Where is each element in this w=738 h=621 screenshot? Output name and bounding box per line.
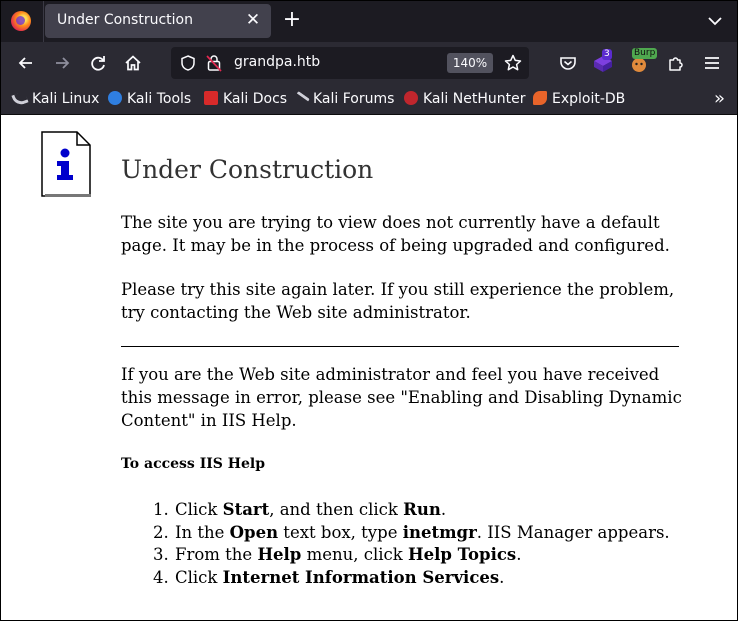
tab-active[interactable]: Under Construction ✕: [45, 4, 271, 38]
info-icon: [41, 131, 91, 197]
firefox-icon[interactable]: [11, 11, 31, 31]
pocket-icon[interactable]: [557, 52, 579, 74]
notes-count-badge: 3: [602, 49, 612, 60]
bookmarks-overflow-chevron-icon[interactable]: »: [714, 90, 725, 108]
paragraph-try-later: Please try this site again later. If you…: [121, 280, 675, 322]
exploit-db-icon: [533, 91, 547, 105]
bookmark-kali-linux[interactable]: Kali Linux: [11, 90, 99, 108]
extensions-puzzle-icon[interactable]: [665, 52, 687, 74]
url-text[interactable]: grandpa.htb: [234, 54, 320, 70]
shield-icon[interactable]: [179, 54, 197, 72]
paragraph-default-page: The site you are trying to view does not…: [121, 213, 670, 255]
nethunter-icon: [404, 91, 418, 105]
tab-strip: Under Construction ✕ +: [1, 1, 737, 42]
bookmark-kali-tools[interactable]: Kali Tools: [108, 90, 191, 108]
browser-window: Under Construction ✕ + grandpa.htb 140% …: [0, 0, 738, 621]
back-icon[interactable]: [15, 52, 37, 74]
tab-close-icon[interactable]: ✕: [243, 8, 263, 32]
kali-tools-icon: [108, 91, 122, 105]
burp-extension-button[interactable]: Burp: [629, 48, 658, 75]
bookmark-kali-nethunter[interactable]: Kali NetHunter: [404, 90, 525, 108]
star-bookmark-icon[interactable]: [503, 53, 523, 73]
page-content: Under Construction The site you are tryi…: [1, 115, 737, 620]
navigation-toolbar: grandpa.htb 140% 3 Burp: [1, 42, 737, 84]
divider: [121, 346, 679, 347]
insecure-lock-icon[interactable]: [205, 53, 223, 73]
bookmark-kali-forums[interactable]: Kali Forums: [292, 90, 394, 109]
iis-help-heading: To access IIS Help: [121, 456, 266, 472]
tab-separator: [43, 1, 44, 42]
forward-icon[interactable]: [51, 52, 73, 74]
notes-extension-button[interactable]: 3: [593, 49, 615, 73]
kali-docs-icon: [204, 91, 218, 105]
page-title: Under Construction: [121, 155, 374, 184]
kali-dragon-icon: [11, 90, 29, 108]
new-tab-button[interactable]: +: [281, 9, 303, 33]
iis-help-steps: 1. Click Start, and then click Run. 2. In …: [153, 499, 670, 589]
tab-title: Under Construction: [57, 12, 193, 28]
address-bar[interactable]: grandpa.htb 140%: [171, 47, 529, 79]
home-icon[interactable]: [122, 52, 144, 74]
list-item: 4. Click Internet Information Services.: [153, 567, 505, 587]
paragraph-admin-help: If you are the Web site administrator an…: [121, 365, 682, 430]
burp-badge: Burp: [632, 48, 658, 59]
kali-forums-icon: [292, 90, 310, 109]
list-item: 1. Click Start, and then click Run.: [153, 500, 447, 519]
hamburger-menu-icon[interactable]: [701, 52, 723, 74]
zoom-indicator[interactable]: 140%: [447, 53, 493, 73]
bookmarks-toolbar: Kali Linux Kali Tools Kali Docs Kali For…: [1, 84, 737, 115]
chevron-down-icon[interactable]: [705, 11, 725, 31]
bookmark-kali-docs[interactable]: Kali Docs: [204, 90, 287, 108]
reload-icon[interactable]: [87, 52, 109, 74]
bookmark-exploit-db[interactable]: Exploit-DB: [533, 90, 625, 108]
list-item: 3. From the Help menu, click Help Topics.: [153, 545, 522, 564]
list-item: 2. In the Open text box, type inetmgr. II…: [153, 522, 670, 542]
